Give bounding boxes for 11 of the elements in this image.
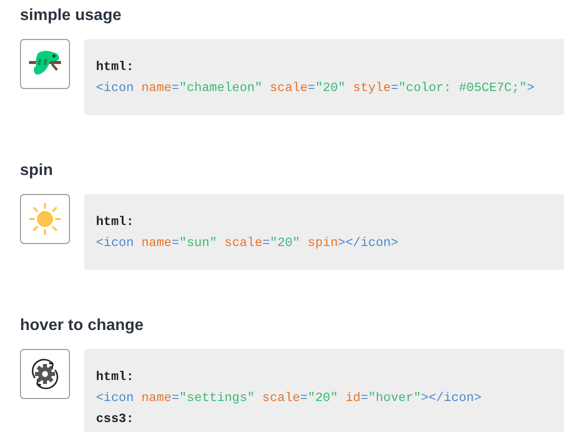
section-heading: hover to change bbox=[20, 316, 145, 336]
code-line: <icon name="sun" scale="20" spin></icon> bbox=[96, 235, 400, 252]
code-line: <icon name="settings" scale="20" id="hover"></icon> bbox=[96, 390, 483, 407]
code-language-label: html: bbox=[96, 214, 135, 231]
section-heading: simple usage bbox=[20, 6, 122, 26]
code-language-label: html: bbox=[96, 59, 135, 76]
code-language-label: css3: bbox=[96, 411, 135, 428]
code-line: <icon name="chameleon" scale="20" style="color: #05CE7C;"> bbox=[96, 80, 536, 97]
section-heading: spin bbox=[20, 161, 54, 181]
sun-icon bbox=[28, 202, 62, 236]
code-language-label: html: bbox=[96, 369, 135, 386]
